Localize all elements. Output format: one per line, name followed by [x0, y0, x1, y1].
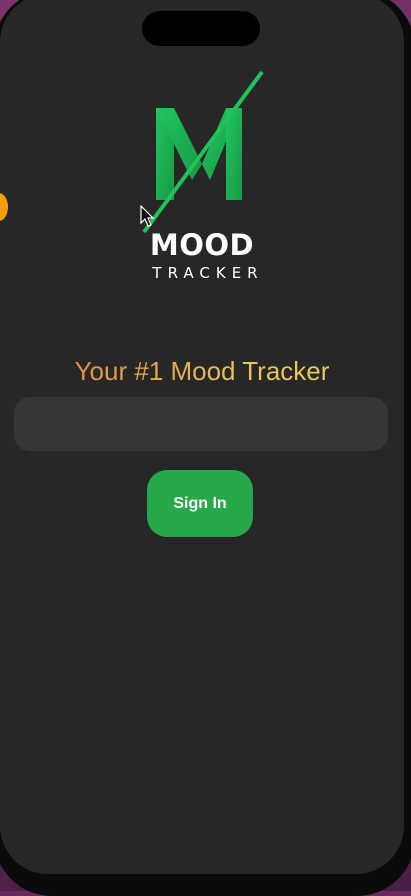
sign-in-button[interactable]: Sign In	[147, 470, 253, 537]
brand-title: MOOD	[149, 228, 255, 262]
brand-subtitle: TRACKER	[152, 264, 264, 282]
app-screen: MOOD TRACKER Your #1 Mood Tracker Sign I…	[0, 0, 404, 874]
username-input[interactable]	[14, 397, 388, 451]
dynamic-island	[142, 11, 260, 46]
mood-tracker-logo-icon	[142, 70, 264, 234]
tagline: Your #1 Mood Tracker	[0, 356, 404, 387]
mouse-pointer-icon	[140, 205, 155, 227]
phone-frame: MOOD TRACKER Your #1 Mood Tracker Sign I…	[0, 0, 411, 896]
app-logo: MOOD TRACKER	[0, 64, 404, 294]
